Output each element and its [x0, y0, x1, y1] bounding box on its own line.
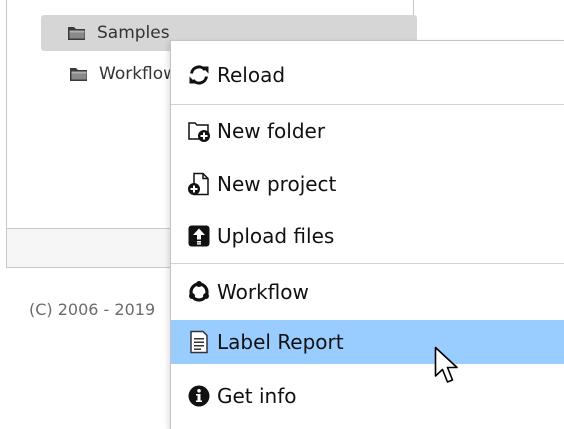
menu-item-new-project[interactable]: New project [171, 162, 564, 206]
menu-item-label-report[interactable]: Label Report [171, 320, 564, 364]
context-menu: Reload New folder New project Upload fil… [170, 40, 564, 429]
menu-item-label: Label Report [217, 330, 344, 354]
menu-item-label: Workflow [217, 280, 309, 304]
menu-item-label: New folder [217, 119, 326, 143]
folder-icon [68, 27, 85, 40]
upload-icon [188, 225, 210, 247]
menu-separator [171, 104, 564, 105]
menu-item-upload-files[interactable]: Upload files [171, 214, 564, 258]
tree-item-label: Samples [97, 23, 170, 43]
menu-item-label: Reload [217, 63, 286, 87]
new-project-icon [188, 172, 209, 196]
workflow-icon [189, 281, 209, 302]
mouse-cursor-icon [434, 346, 458, 383]
menu-item-label: New project [217, 172, 337, 196]
report-icon [190, 330, 208, 354]
menu-separator [171, 263, 564, 264]
copyright-text: (C) 2006 - 2019 [29, 300, 156, 319]
menu-item-reload[interactable]: Reload [171, 53, 564, 97]
menu-item-get-info[interactable]: Get info [171, 374, 564, 418]
menu-item-label: Upload files [217, 224, 335, 248]
menu-item-workflow[interactable]: Workflow [171, 270, 564, 314]
menu-item-new-folder[interactable]: New folder [171, 109, 564, 153]
info-icon [188, 385, 210, 407]
reload-icon [189, 65, 209, 85]
new-folder-icon [188, 122, 210, 142]
menu-item-label: Get info [217, 384, 297, 408]
tree-item-workflows[interactable]: Workflows [69, 56, 186, 92]
folder-icon [70, 68, 87, 81]
